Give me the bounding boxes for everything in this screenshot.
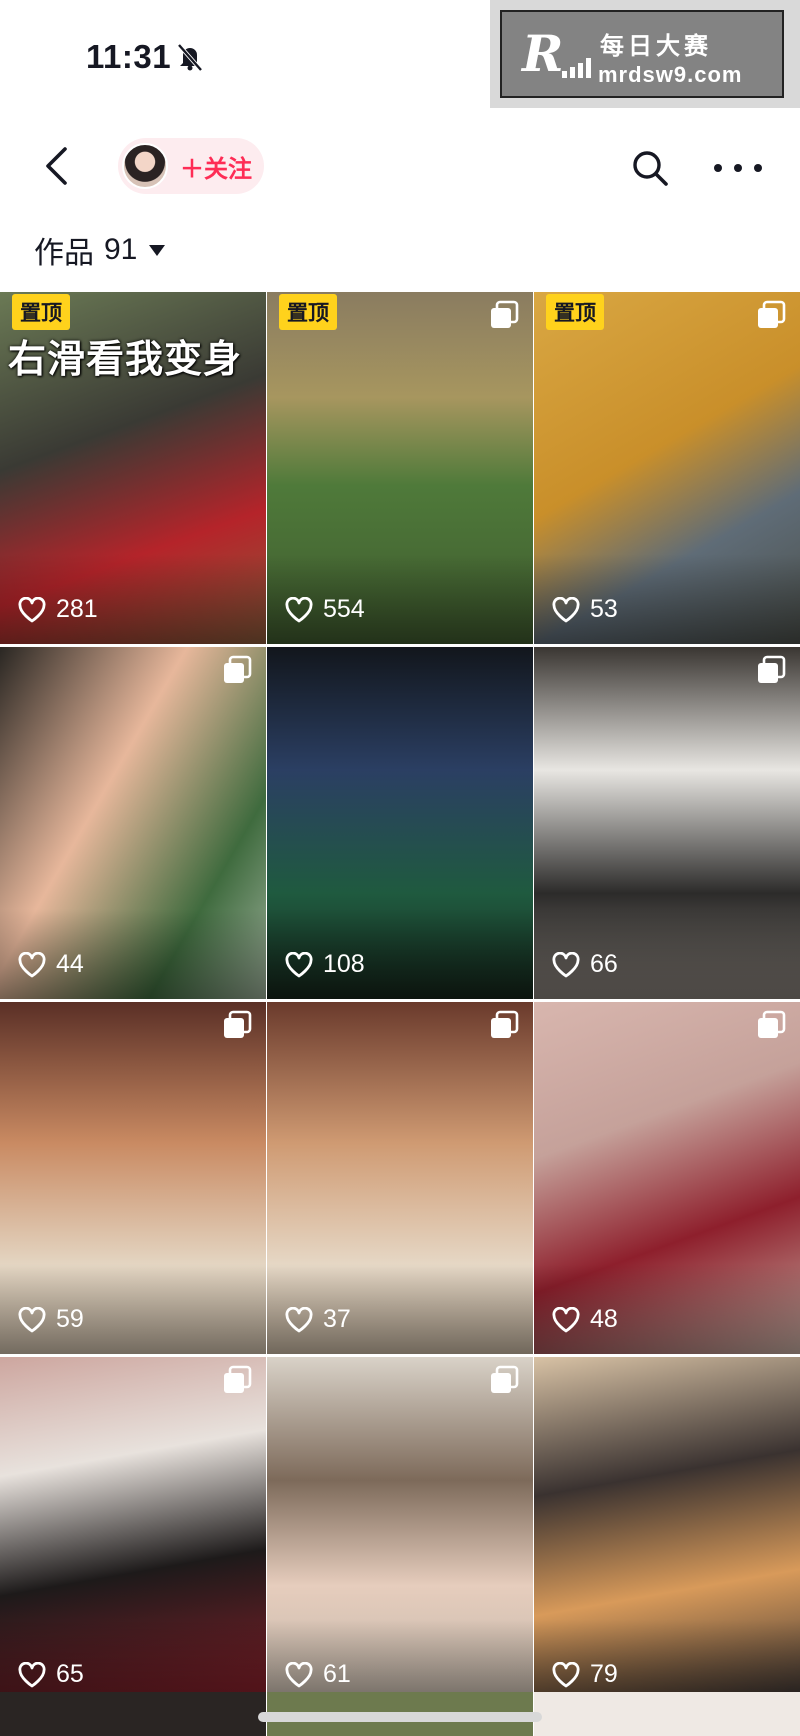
follow-button[interactable]: ＋关注 — [118, 138, 264, 194]
like-count: 554 — [285, 595, 365, 624]
multi-image-icon — [224, 1365, 252, 1393]
more-dot — [734, 164, 742, 172]
like-count: 281 — [18, 595, 98, 624]
like-count: 44 — [18, 950, 84, 979]
like-count-value: 61 — [323, 1660, 351, 1688]
watermark-box: R 每日大赛 mrdsw9.com — [500, 10, 784, 98]
profile-works-screen: 11:31 R 每日大赛 mrdsw9.com ＋关注 作品 91 置顶 右滑看… — [0, 0, 800, 1736]
like-count: 59 — [18, 1305, 84, 1334]
pinned-badge: 置顶 — [546, 294, 604, 330]
works-grid: 置顶 右滑看我变身 281 置顶 554 置顶 53 44 108 66 59 37 48 65 61 79 — [0, 292, 800, 1709]
multi-image-icon — [491, 300, 519, 328]
status-time: 11:31 — [86, 38, 172, 75]
like-count-value: 65 — [56, 1660, 84, 1688]
pinned-badge: 置顶 — [279, 294, 337, 330]
watermark-logo: R — [522, 24, 564, 83]
like-count-value: 37 — [323, 1305, 351, 1333]
avatar[interactable] — [122, 143, 168, 189]
follow-label: ＋关注 — [180, 155, 252, 183]
video-tile[interactable]: 48 — [534, 1002, 800, 1354]
multi-image-icon — [224, 655, 252, 683]
watermark-line1: 每日大赛 — [600, 33, 712, 60]
home-indicator[interactable] — [258, 1712, 542, 1722]
back-button[interactable] — [36, 144, 76, 188]
thumbnail-caption: 右滑看我变身 — [8, 339, 243, 381]
like-count: 53 — [552, 595, 618, 624]
video-tile[interactable]: 置顶 554 — [267, 292, 533, 644]
like-count-value: 281 — [56, 595, 98, 623]
like-count: 37 — [285, 1305, 351, 1334]
peek-tile — [534, 1692, 800, 1736]
more-dot — [754, 164, 762, 172]
like-count: 65 — [18, 1660, 84, 1689]
more-dot — [714, 164, 722, 172]
like-count-value: 79 — [590, 1660, 618, 1688]
like-count: 61 — [285, 1660, 351, 1689]
video-tile[interactable]: 置顶 53 — [534, 292, 800, 644]
video-tile[interactable]: 59 — [0, 1002, 266, 1354]
heart-icon — [18, 951, 46, 977]
heart-icon — [285, 596, 313, 622]
like-count-value: 554 — [323, 595, 365, 623]
status-bar: 11:31 R 每日大赛 mrdsw9.com — [0, 0, 800, 110]
chevron-left-icon — [46, 147, 67, 185]
multi-image-icon — [491, 1365, 519, 1393]
heart-icon — [285, 1661, 313, 1687]
video-tile[interactable]: 61 — [267, 1357, 533, 1709]
like-count: 79 — [552, 1660, 618, 1689]
search-icon[interactable] — [628, 146, 672, 190]
nav-bar: ＋关注 — [0, 120, 800, 210]
works-filter[interactable]: 作品 91 — [34, 228, 166, 272]
heart-icon — [18, 1661, 46, 1687]
like-count-value: 44 — [56, 950, 84, 978]
heart-icon — [552, 596, 580, 622]
heart-icon — [285, 1306, 313, 1332]
like-count-value: 66 — [590, 950, 618, 978]
video-tile[interactable]: 79 — [534, 1357, 800, 1709]
works-count: 91 — [104, 233, 138, 266]
like-count-value: 48 — [590, 1305, 618, 1333]
watermark-line2: mrdsw9.com — [598, 62, 743, 87]
signal-icon — [562, 58, 591, 78]
heart-icon — [552, 951, 580, 977]
multi-image-icon — [224, 1010, 252, 1038]
multi-image-icon — [758, 300, 786, 328]
video-tile[interactable]: 65 — [0, 1357, 266, 1709]
like-count-value: 59 — [56, 1305, 84, 1333]
more-button[interactable] — [714, 146, 762, 190]
watermark-overlay: R 每日大赛 mrdsw9.com — [490, 0, 800, 108]
video-tile[interactable]: 置顶右滑看我变身 281 — [0, 292, 266, 644]
heart-icon — [285, 951, 313, 977]
multi-image-icon — [491, 1010, 519, 1038]
multi-image-icon — [758, 655, 786, 683]
bell-off-icon — [177, 43, 203, 72]
video-tile[interactable]: 108 — [267, 647, 533, 999]
video-tile[interactable]: 37 — [267, 1002, 533, 1354]
video-tile[interactable]: 44 — [0, 647, 266, 999]
video-tile[interactable]: 66 — [534, 647, 800, 999]
like-count: 48 — [552, 1305, 618, 1334]
caret-down-icon — [149, 244, 166, 256]
heart-icon — [552, 1661, 580, 1687]
like-count: 108 — [285, 950, 365, 979]
like-count-value: 108 — [323, 950, 365, 978]
heart-icon — [552, 1306, 580, 1332]
like-count-value: 53 — [590, 595, 618, 623]
pinned-badge: 置顶 — [12, 294, 70, 330]
heart-icon — [18, 596, 46, 622]
works-label: 作品 — [34, 237, 94, 270]
peek-tile — [0, 1692, 266, 1736]
multi-image-icon — [758, 1010, 786, 1038]
heart-icon — [18, 1306, 46, 1332]
like-count: 66 — [552, 950, 618, 979]
